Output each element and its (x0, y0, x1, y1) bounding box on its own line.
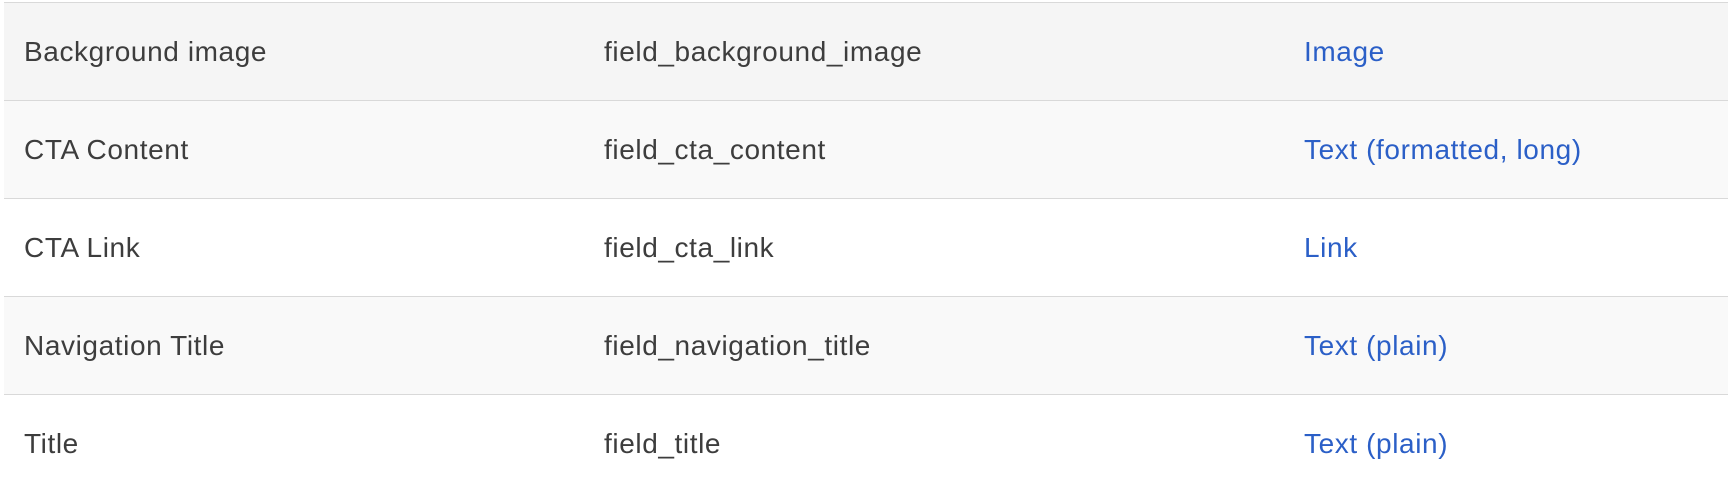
field-machine-name: field_background_image (604, 35, 923, 67)
table-row: Background image field_background_image … (4, 2, 1728, 101)
field-type-link[interactable]: Link (1304, 232, 1358, 263)
table-row: CTA Content field_cta_content Text (form… (4, 100, 1728, 199)
field-machine-name: field_cta_content (604, 133, 826, 165)
fields-table-body: Background image field_background_image … (4, 2, 1728, 493)
field-label: Title (24, 427, 79, 459)
field-type-cell: Text (formatted, long) (1284, 101, 1728, 199)
field-type-cell: Link (1284, 199, 1728, 297)
field-type-link[interactable]: Text (formatted, long) (1304, 134, 1582, 165)
field-type-cell: Image (1284, 3, 1728, 101)
field-label: Background image (24, 35, 268, 67)
table-row: Navigation Title field_navigation_title … (4, 296, 1728, 395)
field-machine-name: field_title (604, 427, 722, 459)
field-type-link[interactable]: Image (1304, 36, 1385, 67)
field-label: Navigation Title (24, 329, 226, 361)
fields-table: Background image field_background_image … (4, 2, 1728, 493)
field-label: CTA Content (24, 133, 189, 165)
field-type-link[interactable]: Text (plain) (1304, 330, 1448, 361)
table-row: Title field_title Text (plain) (4, 394, 1728, 493)
table-row: CTA Link field_cta_link Link (4, 198, 1728, 297)
field-type-cell: Text (plain) (1284, 297, 1728, 395)
field-type-link[interactable]: Text (plain) (1304, 428, 1448, 459)
field-machine-name: field_cta_link (604, 231, 775, 263)
field-type-cell: Text (plain) (1284, 395, 1728, 493)
field-machine-name: field_navigation_title (604, 329, 871, 361)
field-label: CTA Link (24, 231, 141, 263)
